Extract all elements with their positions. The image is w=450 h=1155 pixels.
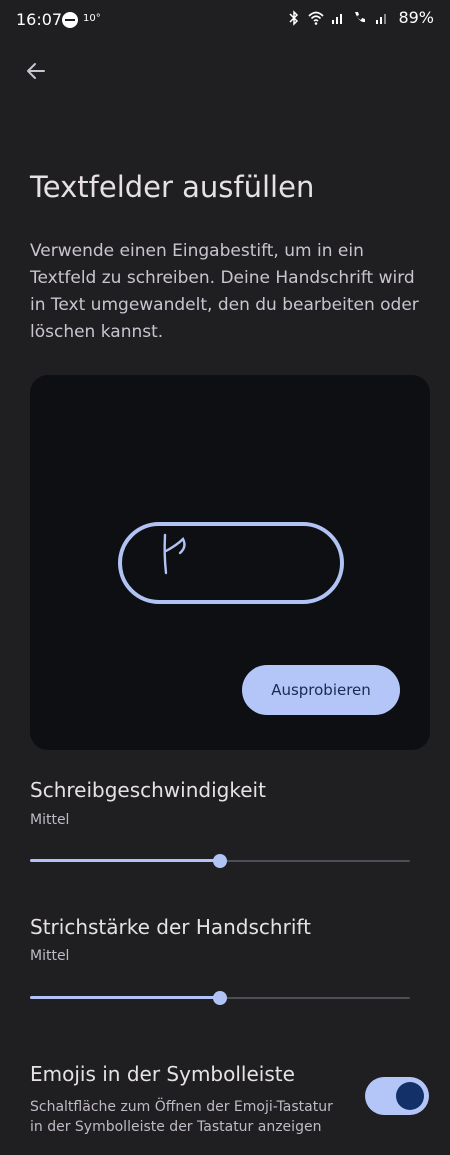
do-not-disturb-icon <box>62 12 78 28</box>
back-button[interactable] <box>20 55 52 87</box>
writing-speed-title: Schreibgeschwindigkeit <box>30 778 266 802</box>
signal-icon <box>332 13 343 24</box>
stroke-width-title: Strichstärke der Handschrift <box>30 915 311 939</box>
stroke-width-slider[interactable] <box>30 988 410 1008</box>
status-indicators: 89% <box>286 8 434 27</box>
writing-speed-slider[interactable] <box>30 851 410 871</box>
emoji-toolbar-description: Schaltfläche zum Öffnen der Emoji-Tastat… <box>30 1099 333 1135</box>
try-it-button[interactable]: Ausprobieren <box>242 665 400 715</box>
emoji-toolbar-toggle[interactable] <box>365 1077 429 1115</box>
call-icon <box>355 11 366 22</box>
status-bar: 16:07 10° 89% <box>0 0 450 40</box>
arrow-left-icon <box>27 63 45 79</box>
battery-level: 89% <box>398 8 434 27</box>
slider-thumb[interactable] <box>213 991 227 1005</box>
slider-thumb[interactable] <box>213 854 227 868</box>
status-time: 16:07 <box>16 10 63 29</box>
status-temperature: 10° <box>83 13 101 24</box>
handwriting-stroke <box>163 533 186 575</box>
toggle-knob <box>396 1082 424 1110</box>
emoji-toolbar-title: Emojis in der Symbolleiste <box>30 1062 295 1086</box>
handwriting-demo-card: Ausprobieren <box>30 375 430 750</box>
slider-fill <box>30 996 220 999</box>
signal-icon <box>376 13 387 24</box>
bluetooth-icon <box>289 9 299 26</box>
writing-speed-value: Mittel <box>30 812 70 828</box>
page-title: Textfelder ausfüllen <box>30 170 315 204</box>
demo-text-field[interactable] <box>118 522 344 604</box>
slider-fill <box>30 859 220 862</box>
page-description: Verwende einen Eingabestift, um in ein T… <box>30 241 419 342</box>
wifi-icon <box>308 11 325 25</box>
stroke-width-value: Mittel <box>30 948 70 964</box>
